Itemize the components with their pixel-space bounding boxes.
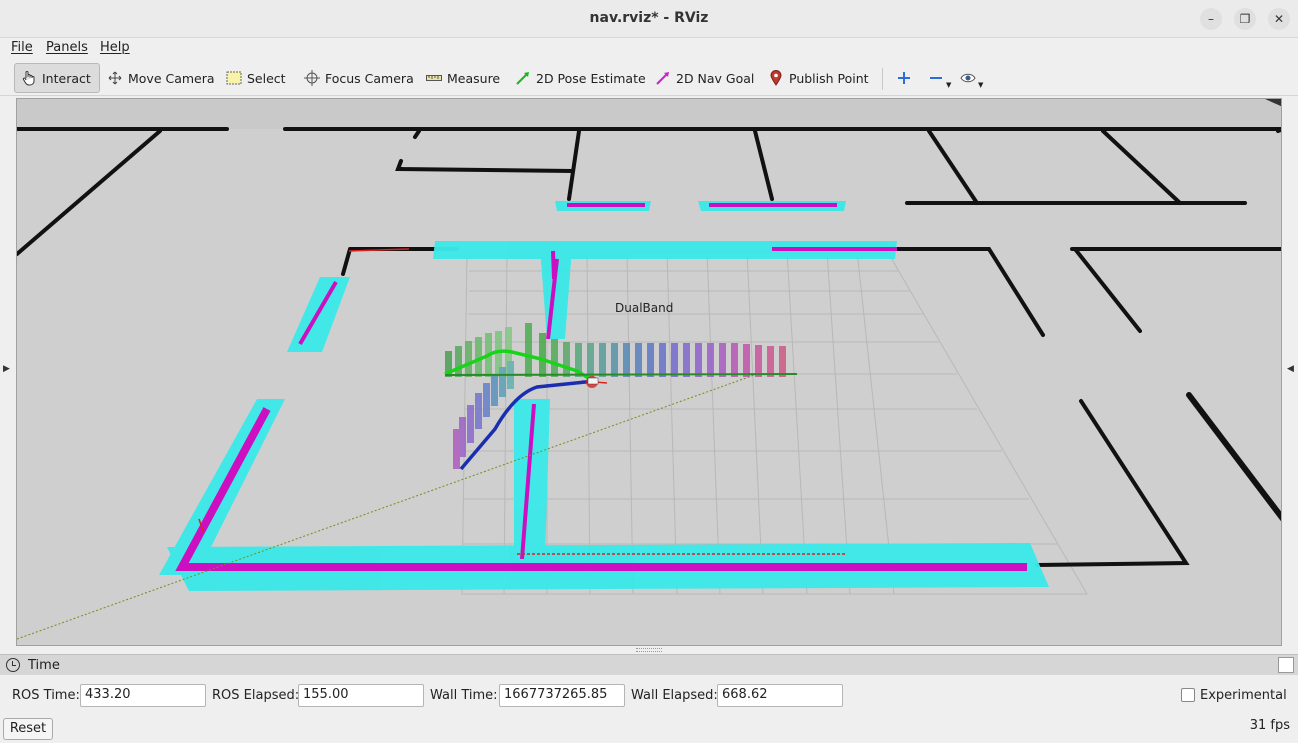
tool-2d-nav-goal[interactable]: 2D Nav Goal <box>649 63 760 93</box>
menu-file[interactable]: File <box>11 40 33 55</box>
left-panel-toggle[interactable]: ▶ <box>0 98 14 646</box>
move-camera-icon <box>107 70 123 86</box>
magenta-arrow-icon <box>655 70 671 86</box>
tool-interact-label: Interact <box>42 70 91 86</box>
plus-icon <box>896 70 912 86</box>
experimental-label: Experimental <box>1200 688 1287 703</box>
panel-splitter[interactable] <box>636 648 662 652</box>
maximize-button[interactable]: ❐ <box>1234 8 1256 30</box>
time-panel-title: Time <box>28 658 60 673</box>
triangle-left-icon: ◀ <box>1287 364 1294 374</box>
title-bar: nav.rviz* - RViz – ❐ ✕ <box>0 0 1298 38</box>
map-scene: DualBand <box>17 99 1281 645</box>
menu-help[interactable]: Help <box>100 40 130 55</box>
tool-bar: Interact Move Camera Select Focus Camera… <box>0 60 1298 96</box>
tool-move-camera[interactable]: Move Camera <box>101 63 221 93</box>
tool-focus-camera[interactable]: Focus Camera <box>298 63 420 93</box>
minus-icon <box>928 70 944 86</box>
wall-elapsed-label: Wall Elapsed: <box>631 688 718 703</box>
map-pin-icon <box>768 70 784 86</box>
window-title: nav.rviz* - RViz <box>589 10 709 26</box>
tool-select-label: Select <box>247 70 286 86</box>
panel-float-button[interactable] <box>1278 657 1294 673</box>
ros-elapsed-field[interactable]: 155.00 <box>298 684 424 707</box>
tool-2d-pose-estimate-label: 2D Pose Estimate <box>536 70 646 86</box>
tool-move-camera-label: Move Camera <box>128 70 215 86</box>
wall-time-label: Wall Time: <box>430 688 498 703</box>
time-panel-header: Time <box>0 654 1298 675</box>
wall-elapsed-field[interactable]: 668.62 <box>717 684 843 707</box>
tool-focus-camera-label: Focus Camera <box>325 70 414 86</box>
tool-2d-nav-goal-label: 2D Nav Goal <box>676 70 755 86</box>
tool-measure-label: Measure <box>447 70 501 86</box>
eye-icon <box>960 70 976 86</box>
fps-counter: 31 fps <box>1249 718 1290 733</box>
add-tool-button[interactable] <box>890 63 923 93</box>
menu-bar: File Panels Help <box>0 38 1298 60</box>
experimental-checkbox[interactable] <box>1181 688 1195 702</box>
tool-publish-point-label: Publish Point <box>789 70 869 86</box>
close-button[interactable]: ✕ <box>1268 8 1290 30</box>
ros-time-field[interactable]: 433.20 <box>80 684 206 707</box>
clock-icon <box>6 658 20 672</box>
visibility-tool-button[interactable]: ▼ <box>954 63 989 93</box>
wall-time-field[interactable]: 1667737265.85 <box>499 684 625 707</box>
render-viewport[interactable]: DualBand <box>16 98 1282 646</box>
tool-measure[interactable]: Measure <box>420 63 506 93</box>
tool-select[interactable]: Select <box>220 63 292 93</box>
tool-publish-point[interactable]: Publish Point <box>762 63 875 93</box>
ruler-icon <box>426 70 442 86</box>
green-arrow-icon <box>515 70 531 86</box>
tool-interact[interactable]: Interact <box>14 63 100 93</box>
crosshair-icon <box>304 70 320 86</box>
time-panel: ROS Time: 433.20 ROS Elapsed: 155.00 Wal… <box>0 676 1298 716</box>
tool-2d-pose-estimate[interactable]: 2D Pose Estimate <box>509 63 652 93</box>
dualband-label: DualBand <box>615 301 673 315</box>
robot-marker <box>586 376 599 388</box>
ros-elapsed-label: ROS Elapsed: <box>212 688 300 703</box>
toolbar-separator <box>882 68 883 90</box>
remove-tool-button[interactable]: ▼ <box>922 63 957 93</box>
hand-pointer-icon <box>21 70 37 86</box>
select-box-icon <box>226 70 242 86</box>
dropdown-arrow-icon: ▼ <box>946 81 952 89</box>
minimize-button[interactable]: – <box>1200 8 1222 30</box>
menu-panels[interactable]: Panels <box>46 40 88 55</box>
dropdown-arrow-icon: ▼ <box>978 81 984 89</box>
local-path-tail <box>444 373 798 376</box>
ros-time-label: ROS Time: <box>12 688 80 703</box>
right-panel-toggle[interactable]: ◀ <box>1284 98 1298 646</box>
triangle-right-icon: ▶ <box>3 364 10 374</box>
reset-button[interactable]: Reset <box>3 718 53 740</box>
